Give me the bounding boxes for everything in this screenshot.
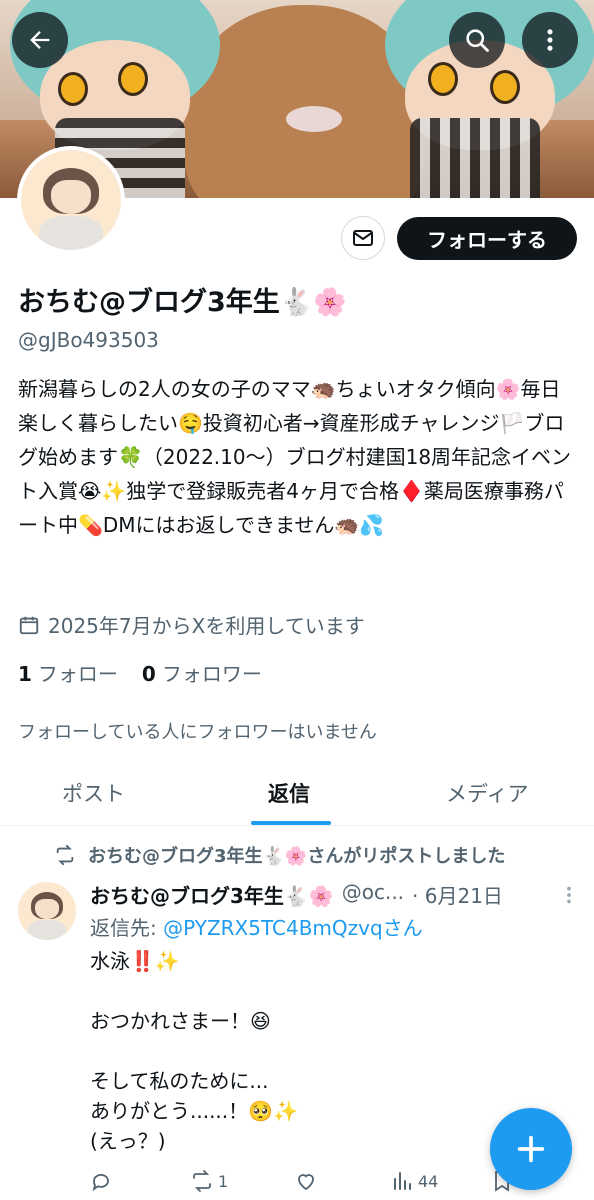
profile-avatar[interactable] xyxy=(17,146,125,254)
repost-note-text: おちむ@ブログ3年生🐇🌸さんがリポストしました xyxy=(88,846,506,867)
reply-to-prefix: 返信先: xyxy=(90,916,157,940)
tweet-author-avatar[interactable] xyxy=(18,882,76,940)
joined-text: 2025年7月からXを利用しています xyxy=(48,614,365,638)
like-icon xyxy=(298,1174,314,1191)
following-label: フォロー xyxy=(37,662,118,686)
more-options-button[interactable] xyxy=(522,12,578,68)
tweet-header: おちむ@ブログ3年生🐇🌸 @oc... · 6月21日 xyxy=(90,880,503,909)
avatar-face xyxy=(51,180,91,214)
back-button[interactable] xyxy=(12,12,68,68)
repost-note: おちむ@ブログ3年生🐇🌸さんがリポストしました xyxy=(54,842,505,868)
followers-count: 0 xyxy=(141,662,156,686)
like-button[interactable] xyxy=(294,1169,318,1193)
following-count: 1 xyxy=(18,662,32,686)
banner-doll-eye xyxy=(428,62,458,96)
profile-bio: 新潟暮らしの2人の女の子のママ🦔ちょいオタク傾向🌸毎日楽しく暮らしたい🤤投資初心… xyxy=(18,377,572,537)
compose-button[interactable] xyxy=(490,1108,572,1190)
retweet-icon xyxy=(193,1170,211,1192)
views-count: 44 xyxy=(418,1171,439,1191)
avatar-body xyxy=(39,216,103,250)
joined-date: 2025年7月からXを利用しています xyxy=(18,610,365,639)
message-button[interactable] xyxy=(341,216,385,260)
banner-doll-right-shirt xyxy=(410,118,540,198)
search-icon xyxy=(466,29,489,52)
reply-to-link[interactable]: @PYZRX5TC4BmQzvqさん xyxy=(163,916,423,940)
avatar-body xyxy=(28,920,66,940)
banner-bear-nose xyxy=(286,106,342,132)
profile-name: おちむ@ブログ3年生🐇🌸 xyxy=(18,287,348,318)
reply-icon xyxy=(92,1173,109,1192)
views-button[interactable]: 44 xyxy=(390,1169,438,1193)
retweet-count: 1 xyxy=(218,1171,229,1191)
mail-icon xyxy=(353,230,373,246)
tweet-author-name[interactable]: おちむ@ブログ3年生🐇🌸 xyxy=(90,880,334,909)
tab-posts[interactable]: ポスト xyxy=(62,778,125,808)
follow-button[interactable]: フォローする xyxy=(397,217,577,260)
more-vertical-icon xyxy=(547,29,553,51)
banner-doll-eye xyxy=(118,62,148,96)
mutual-followers-note: フォローしている人にフォロワーはいません xyxy=(18,722,377,743)
reply-to-line: 返信先: @PYZRX5TC4BmQzvqさん xyxy=(90,912,423,941)
calendar-icon xyxy=(19,616,39,634)
avatar-image xyxy=(21,150,121,250)
followers-label: フォロワー xyxy=(161,662,262,686)
follow-counts: 1 フォロー 0 フォロワー xyxy=(18,658,262,687)
retweet-button[interactable]: 1 xyxy=(190,1169,228,1193)
following-link[interactable]: 1 フォロー xyxy=(18,658,118,687)
tweet-author-handle[interactable]: @oc... xyxy=(342,880,404,909)
plus-icon xyxy=(517,1135,545,1163)
more-vertical-icon xyxy=(567,886,571,904)
reply-button[interactable] xyxy=(90,1169,114,1193)
search-button[interactable] xyxy=(449,12,505,68)
avatar-image xyxy=(18,882,76,940)
active-tab-indicator xyxy=(251,821,331,825)
banner-doll-eye xyxy=(58,72,88,106)
views-icon xyxy=(394,1172,411,1190)
profile-tabs: ポスト 返信 メディア xyxy=(0,760,594,826)
profile-handle: @gJBo493503 xyxy=(18,328,159,352)
tweet-date[interactable]: · 6月21日 xyxy=(412,880,503,909)
followers-link[interactable]: 0 フォロワー xyxy=(142,658,262,687)
avatar-face xyxy=(35,899,59,920)
tweet-more-button[interactable] xyxy=(558,884,580,911)
back-arrow-icon xyxy=(30,31,50,49)
tab-media[interactable]: メディア xyxy=(446,778,529,808)
tweet-text: 水泳‼️✨ おつかれさまー！😆 そして私のために... ありがとう......！… xyxy=(90,949,298,1153)
banner-doll-eye xyxy=(490,70,520,104)
repost-icon xyxy=(56,844,74,866)
tab-replies[interactable]: 返信 xyxy=(268,778,310,808)
